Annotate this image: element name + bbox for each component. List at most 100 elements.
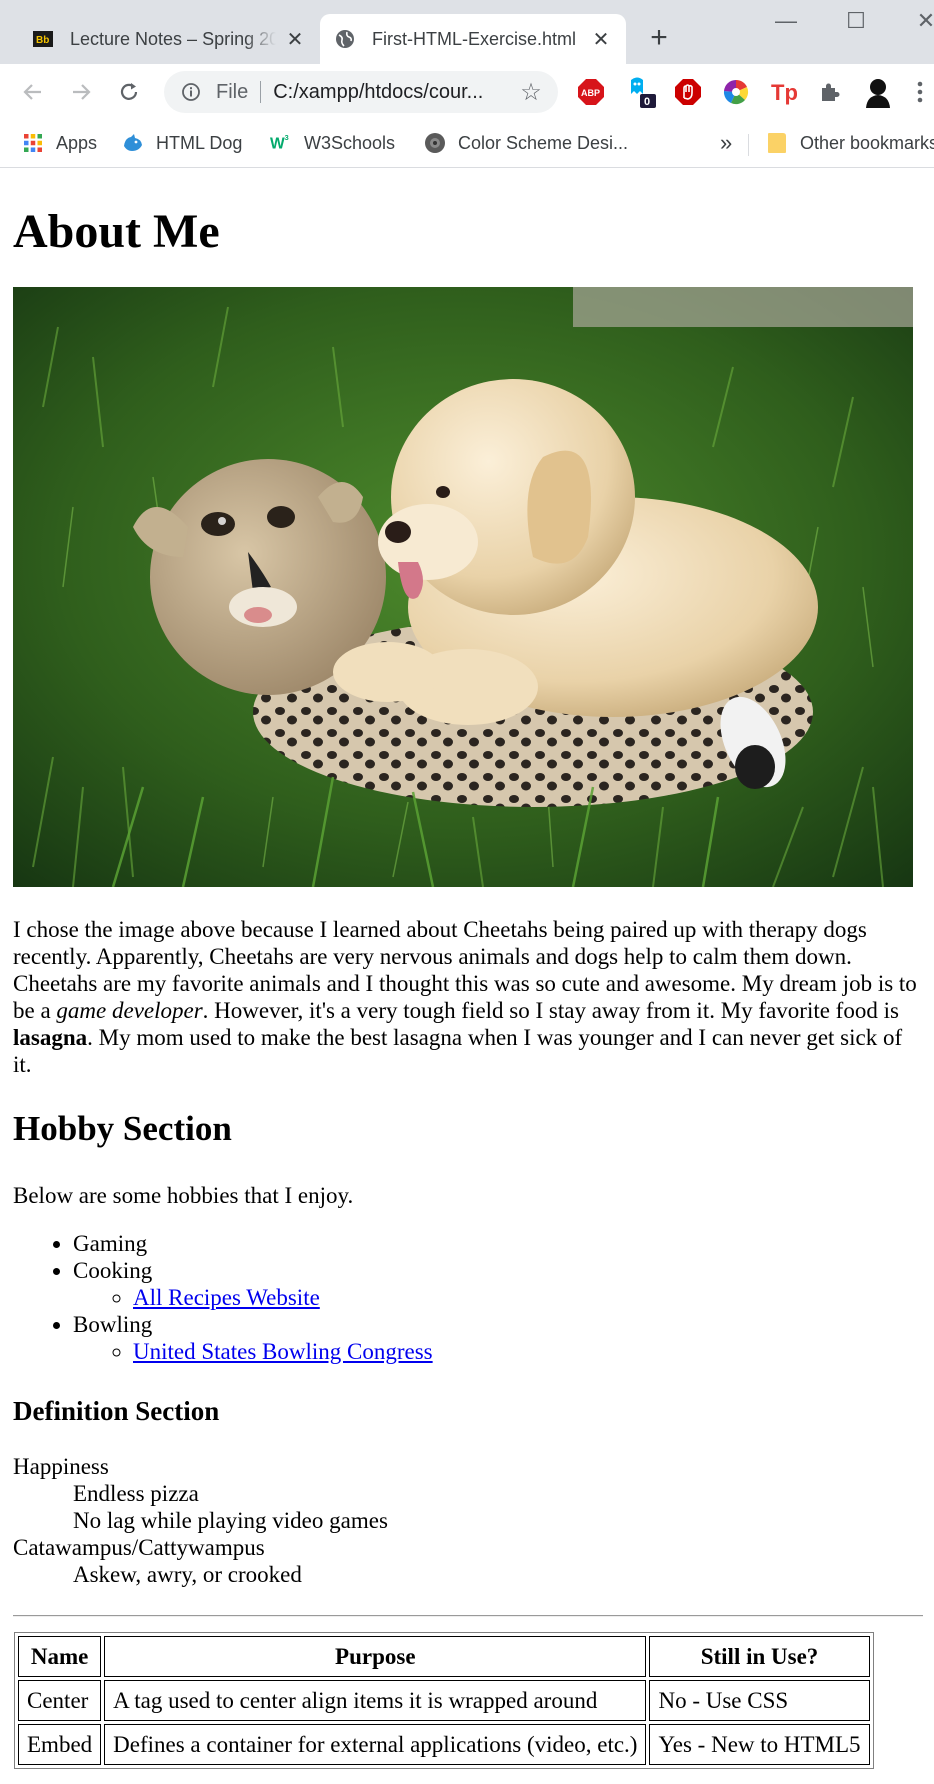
list-item: All Recipes Website xyxy=(133,1284,433,1311)
intro-text: . However, it's a very tough field so I … xyxy=(202,998,899,1023)
address-separator xyxy=(260,81,262,103)
ghostery-icon[interactable]: 0 xyxy=(625,76,657,108)
page-content: About Me I chose the image above because… xyxy=(0,168,934,1784)
column-header-purpose: Purpose xyxy=(104,1636,647,1677)
back-arrow-icon xyxy=(23,84,41,100)
extensions-puzzle-icon[interactable] xyxy=(814,76,846,108)
address-bar[interactable]: File C:/xampp/htdocs/cour... ☆ xyxy=(164,71,558,113)
hobby-sublist: United States Bowling Congress xyxy=(73,1338,433,1365)
ublock-icon[interactable] xyxy=(672,76,704,108)
minimize-icon[interactable]: — xyxy=(766,8,806,38)
profile-avatar-icon[interactable] xyxy=(862,76,894,108)
reload-icon xyxy=(120,83,138,100)
globe-icon xyxy=(334,28,356,50)
ghostery-badge-count: 0 xyxy=(644,96,650,108)
adblock-plus-icon[interactable]: ABP xyxy=(575,76,607,108)
more-menu-icon[interactable] xyxy=(908,76,932,108)
hobby-label: Gaming xyxy=(73,1231,148,1256)
bookmarks-bar: Apps HTML Dog W3 W3Schools Color Scheme … xyxy=(0,120,934,168)
list-item: United States Bowling Congress xyxy=(133,1338,433,1365)
table-cell: Defines a container for external applica… xyxy=(104,1724,647,1765)
list-item: Gaming xyxy=(73,1230,433,1257)
intro-text: . My mom used to make the best lasagna w… xyxy=(13,1025,903,1077)
definition-list: Happiness Endless pizza No lag while pla… xyxy=(13,1453,388,1588)
table-row: Embed Defines a container for external a… xyxy=(18,1724,870,1765)
list-item: Bowling United States Bowling Congress xyxy=(73,1311,433,1365)
toolbar: File C:/xampp/htdocs/cour... ☆ ABP 0 Tp xyxy=(0,64,934,120)
bookmark-w3schools[interactable]: W3 W3Schools xyxy=(270,128,395,158)
bookmarks-divider xyxy=(748,134,749,156)
definition-term: Catawampus/Cattywampus xyxy=(13,1535,265,1560)
htmldog-icon xyxy=(122,132,144,154)
page-title: About Me xyxy=(13,205,220,258)
bookmark-label: W3Schools xyxy=(304,132,396,153)
definition-description: Endless pizza xyxy=(73,1481,199,1506)
tab-close-icon[interactable]: ✕ xyxy=(284,28,306,51)
folder-icon xyxy=(766,132,788,154)
apps-grid-icon xyxy=(22,132,44,154)
color-scheme-icon xyxy=(424,132,446,154)
info-icon[interactable] xyxy=(180,81,202,103)
new-tab-button[interactable]: + xyxy=(644,23,674,54)
browser-chrome: Bb Lecture Notes – Spring 2021 ✕ First-H… xyxy=(0,0,934,168)
table-header-row: Name Purpose Still in Use? xyxy=(18,1636,870,1677)
intro-strong: lasagna xyxy=(13,1025,88,1050)
table-row: Center A tag used to center align items … xyxy=(18,1680,870,1721)
hobby-list: Gaming Cooking All Recipes Website Bowli… xyxy=(13,1230,433,1365)
hobby-intro: Below are some hobbies that I enjoy. xyxy=(13,1183,354,1208)
bowling-congress-link[interactable]: United States Bowling Congress xyxy=(133,1339,433,1364)
address-url[interactable]: C:/xampp/htdocs/cour... xyxy=(273,81,516,104)
all-recipes-link[interactable]: All Recipes Website xyxy=(133,1285,320,1310)
back-button[interactable] xyxy=(13,72,53,112)
tab-title: Lecture Notes – Spring 2021 xyxy=(70,28,276,49)
cheetah-and-puppy-image xyxy=(13,287,913,887)
intro-emphasis: game developer xyxy=(56,998,203,1023)
blackboard-icon: Bb xyxy=(32,28,54,50)
close-window-icon[interactable]: ✕ xyxy=(906,8,934,38)
maximize-icon[interactable]: ☐ xyxy=(836,8,876,38)
table-cell: No - Use CSS xyxy=(649,1680,870,1721)
color-picker-icon[interactable] xyxy=(720,76,752,108)
html-tags-table: Name Purpose Still in Use? Center A tag … xyxy=(14,1632,874,1769)
bookmark-apps[interactable]: Apps xyxy=(22,128,97,158)
other-bookmarks[interactable]: Other bookmarks xyxy=(766,128,934,158)
bookmark-html-dog[interactable]: HTML Dog xyxy=(122,128,242,158)
svg-text:Bb: Bb xyxy=(36,35,49,46)
table-cell: Embed xyxy=(18,1724,102,1765)
forward-arrow-icon xyxy=(73,84,91,100)
hobby-sublist: All Recipes Website xyxy=(73,1284,433,1311)
intro-paragraph: I chose the image above because I learne… xyxy=(13,916,918,1078)
list-item: Cooking All Recipes Website xyxy=(73,1257,433,1311)
w3schools-icon: W3 xyxy=(270,132,292,154)
bookmark-color-scheme[interactable]: Color Scheme Desi... xyxy=(424,128,628,158)
svg-text:W: W xyxy=(270,136,285,153)
definition-description: No lag while playing video games xyxy=(73,1508,388,1533)
definition-description: Askew, awry, or crooked xyxy=(73,1562,302,1587)
table-cell: Yes - New to HTML5 xyxy=(649,1724,870,1765)
hobby-label: Bowling xyxy=(73,1312,153,1337)
bookmark-label: Other bookmarks xyxy=(800,132,934,153)
svg-text:3: 3 xyxy=(285,133,289,142)
forward-button[interactable] xyxy=(61,72,101,112)
tab-title: First-HTML-Exercise.html xyxy=(372,28,577,49)
horizontal-rule xyxy=(13,1615,923,1617)
bookmark-label: Apps xyxy=(56,132,98,153)
tab-close-icon[interactable]: ✕ xyxy=(590,28,612,51)
table-cell: Center xyxy=(18,1680,102,1721)
bookmarks-overflow-button[interactable]: » xyxy=(720,128,732,158)
column-header-still-in-use: Still in Use? xyxy=(649,1636,870,1677)
hobby-section-heading: Hobby Section xyxy=(13,1109,232,1148)
column-header-name: Name xyxy=(18,1636,102,1677)
table-cell: A tag used to center align items it is w… xyxy=(104,1680,647,1721)
svg-text:Tp: Tp xyxy=(771,80,797,105)
tp-extension-icon[interactable]: Tp xyxy=(767,76,799,108)
definition-term: Happiness xyxy=(13,1454,109,1479)
tab-lecture-notes[interactable]: Bb Lecture Notes – Spring 2021 ✕ xyxy=(18,14,320,64)
bookmark-label: Color Scheme Desi... xyxy=(458,132,629,153)
reload-button[interactable] xyxy=(109,72,149,112)
svg-text:ABP: ABP xyxy=(581,88,600,98)
hobby-label: Cooking xyxy=(73,1258,153,1283)
bookmark-label: HTML Dog xyxy=(156,132,243,153)
tab-first-html-exercise[interactable]: First-HTML-Exercise.html ✕ xyxy=(320,14,626,64)
bookmark-star-icon[interactable]: ☆ xyxy=(516,78,546,107)
